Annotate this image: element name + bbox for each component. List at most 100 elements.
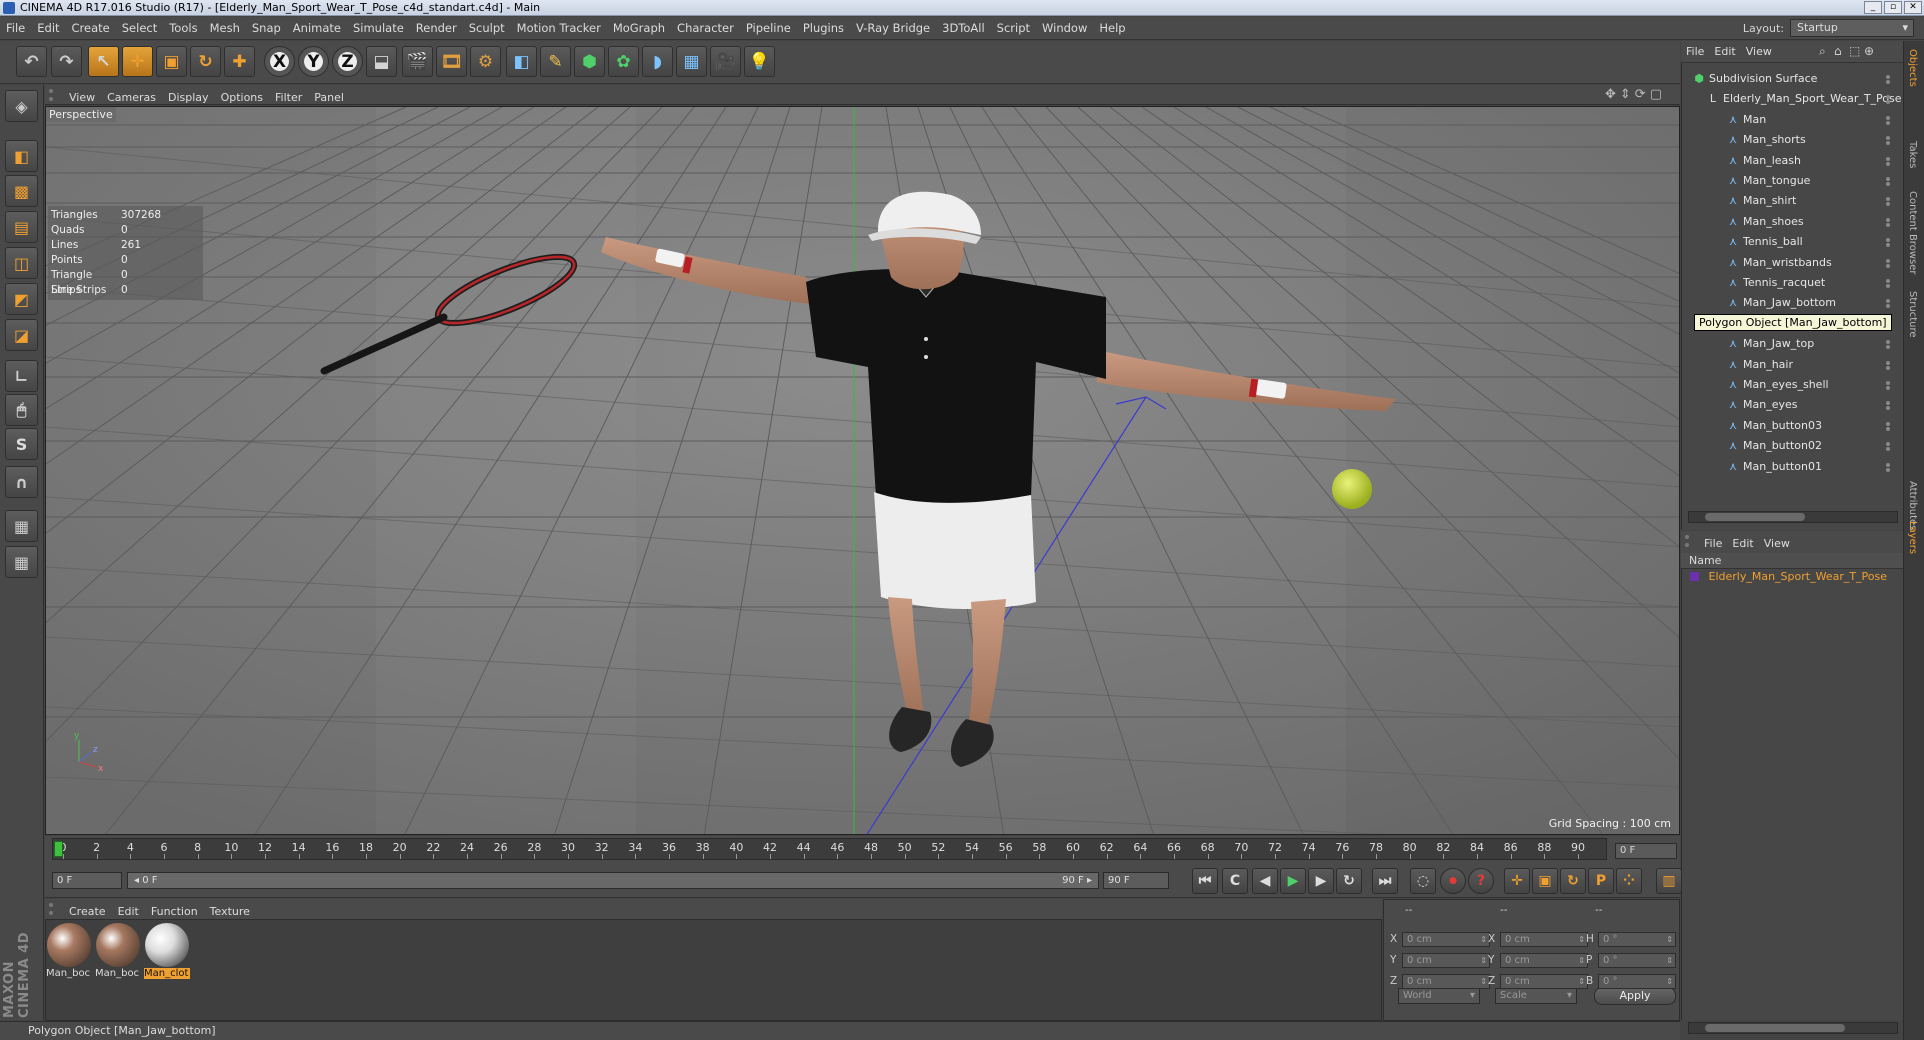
object-row[interactable]: ⋏ Man_button02	[1727, 436, 1890, 456]
undo-icon[interactable]: ↶	[16, 46, 47, 77]
visibility-dots[interactable]	[1886, 95, 1898, 105]
visibility-dots[interactable]	[1886, 197, 1898, 207]
object-menu-file[interactable]: File	[1681, 41, 1709, 63]
rotate-icon[interactable]: ↻	[190, 46, 221, 77]
visibility-dots[interactable]	[1886, 75, 1898, 84]
redo-icon[interactable]: ↷	[51, 46, 82, 77]
go-to-end-icon[interactable]: ⏭	[1372, 868, 1398, 894]
z-axis-icon[interactable]: Z	[332, 46, 363, 77]
visibility-dots[interactable]	[1886, 401, 1898, 411]
coord-value-field[interactable]: 0 cm	[1500, 932, 1588, 947]
side-tab-takes[interactable]: Takes	[1907, 141, 1918, 168]
coord-value-field[interactable]: 0 °	[1598, 953, 1676, 968]
visibility-dots[interactable]	[1886, 177, 1898, 186]
coord-value-field[interactable]: 0 °	[1598, 974, 1676, 989]
menu-motion-tracker[interactable]: Motion Tracker	[511, 17, 607, 40]
object-row[interactable]: ⋏ Man_leash	[1727, 151, 1890, 171]
scrollbar-thumb[interactable]	[1705, 1024, 1845, 1032]
deformer-icon[interactable]: ◗	[642, 46, 673, 77]
coord-value-field[interactable]: 0 °	[1598, 932, 1676, 947]
key-scale-icon[interactable]: ▣	[1532, 868, 1558, 894]
menu-edit[interactable]: Edit	[31, 17, 65, 40]
axis-mode-icon[interactable]: ∟	[5, 360, 38, 392]
object-row[interactable]: ⋏ Man	[1727, 110, 1890, 130]
x-axis-icon[interactable]: X	[264, 46, 295, 77]
keyframe-help-icon[interactable]: ?	[1468, 868, 1494, 894]
visibility-dots[interactable]	[1886, 421, 1898, 431]
coordinate-system-icon[interactable]: ⬓	[366, 46, 397, 77]
object-row[interactable]: ⬢ Subdivision Surface	[1693, 69, 1890, 89]
cube-icon[interactable]: ◧	[506, 46, 537, 77]
menu-snap[interactable]: Snap	[246, 17, 287, 40]
layout-dropdown[interactable]: Startup	[1790, 19, 1914, 37]
visibility-dots[interactable]	[1886, 238, 1898, 248]
object-row[interactable]: ⋏ Man_shoes	[1727, 212, 1890, 232]
close-button[interactable]: ✕	[1904, 1, 1922, 14]
object-menu-view[interactable]: View	[1741, 41, 1777, 63]
last-tool-icon[interactable]: ✚	[224, 46, 255, 77]
layer-menu-file[interactable]: File	[1699, 533, 1727, 555]
scale-icon[interactable]: ▣	[156, 46, 187, 77]
spline-pen-icon[interactable]: ✎	[540, 46, 571, 77]
viewport-menu-cameras[interactable]: Cameras	[101, 88, 162, 108]
orbit-icon[interactable]: ⟳	[1635, 87, 1646, 102]
menu-3dtoall[interactable]: 3DToAll	[936, 17, 991, 40]
object-row[interactable]: ⋏ Man_eyes_shell	[1727, 375, 1890, 395]
object-row[interactable]: ⋏ Man_eyes	[1727, 395, 1890, 415]
floor-icon[interactable]: ▦	[676, 46, 707, 77]
side-tab-objects[interactable]: Objects	[1907, 49, 1918, 87]
menu-script[interactable]: Script	[991, 17, 1036, 40]
move-icon[interactable]: ✛	[122, 46, 153, 77]
visibility-dots[interactable]	[1886, 340, 1898, 350]
object-manager-scrollbar[interactable]	[1688, 511, 1898, 523]
maximize-button[interactable]: ▫	[1884, 1, 1902, 14]
previous-key-icon[interactable]: C	[1222, 868, 1248, 894]
viewport-camera-label[interactable]: Perspective	[46, 107, 116, 122]
menu-pipeline[interactable]: Pipeline	[740, 17, 797, 40]
coord-value-field[interactable]: 0 cm	[1402, 974, 1490, 989]
quantize-icon[interactable]: ▦	[5, 546, 38, 578]
menu-window[interactable]: Window	[1036, 17, 1093, 40]
object-row[interactable]: ⋏ Man_shorts	[1727, 130, 1890, 150]
home-icon[interactable]: ⌂	[1834, 44, 1842, 58]
snap-icon[interactable]: ∩	[5, 466, 38, 498]
tweak-mode-icon[interactable]: 🖱	[5, 394, 38, 426]
step-forward-icon[interactable]: ▶	[1308, 868, 1334, 894]
visibility-dots[interactable]	[1886, 136, 1898, 146]
object-row[interactable]: ⋏ Man_shirt	[1727, 191, 1890, 211]
visibility-dots[interactable]	[1886, 115, 1898, 125]
menu-plugins[interactable]: Plugins	[797, 17, 850, 40]
side-tab-layers[interactable]: Layers	[1907, 521, 1918, 554]
menu-v-ray-bridge[interactable]: V-Ray Bridge	[850, 17, 936, 40]
visibility-dots[interactable]	[1886, 217, 1898, 227]
live-select-icon[interactable]: ↖	[88, 46, 119, 77]
layer-manager-scrollbar[interactable]	[1688, 1022, 1898, 1034]
visibility-dots[interactable]	[1886, 462, 1898, 472]
bookmark-icon[interactable]: ⬚	[1849, 44, 1860, 58]
autokey-icon[interactable]: ⏺	[1440, 868, 1466, 894]
object-row[interactable]: ⋏ Man_Jaw_top	[1727, 334, 1890, 354]
cloner-icon[interactable]: ✿	[608, 46, 639, 77]
menu-select[interactable]: Select	[116, 17, 163, 40]
menu-mesh[interactable]: Mesh	[204, 17, 246, 40]
step-back-icon[interactable]: ◀	[1252, 868, 1278, 894]
camera-icon[interactable]: 🎥	[710, 46, 741, 77]
pan-icon[interactable]: ✥	[1605, 87, 1616, 102]
points-mode-icon[interactable]: ◫	[5, 247, 38, 279]
visibility-dots[interactable]	[1886, 258, 1898, 268]
end-frame-field[interactable]: 90 F	[1103, 872, 1169, 889]
model-mode-icon[interactable]: ◧	[5, 140, 38, 172]
start-frame-field[interactable]: 0 F	[52, 872, 122, 889]
layer-menu-view[interactable]: View	[1759, 533, 1795, 555]
timeline-layout-icon[interactable]: ▥	[1656, 868, 1682, 894]
expand-icon[interactable]: ⊕	[1864, 44, 1874, 58]
maximize-view-icon[interactable]: ▢	[1650, 87, 1662, 102]
coord-value-field[interactable]: 0 cm	[1500, 974, 1588, 989]
apply-button[interactable]: Apply	[1594, 987, 1676, 1005]
menu-help[interactable]: Help	[1093, 17, 1131, 40]
render-view-icon[interactable]: 🎬	[402, 46, 433, 77]
play-icon[interactable]: ▶	[1280, 868, 1306, 894]
current-frame-field[interactable]: 0 F	[1615, 843, 1677, 859]
menu-simulate[interactable]: Simulate	[347, 17, 410, 40]
menu-character[interactable]: Character	[671, 17, 740, 40]
